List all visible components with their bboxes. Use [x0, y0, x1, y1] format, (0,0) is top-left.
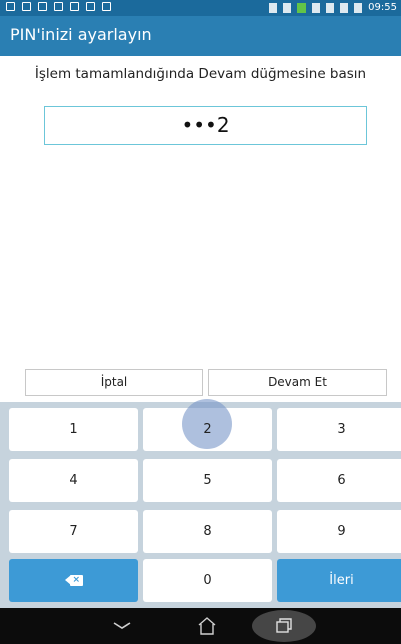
continue-button[interactable]: Devam Et — [208, 369, 387, 396]
cancel-button[interactable]: İptal — [25, 369, 203, 396]
sim-icon — [297, 3, 307, 13]
vibrate-icon — [269, 3, 278, 13]
key-1[interactable]: 1 — [9, 408, 138, 451]
mail-notification-icon — [22, 2, 31, 11]
message-notification-icon — [70, 2, 79, 11]
wifi-notification-icon — [38, 2, 47, 11]
recent-apps-button[interactable] — [252, 608, 316, 644]
navigation-bar — [0, 608, 401, 644]
record-notification-icon — [102, 2, 111, 11]
status-time: 09:55 — [368, 2, 397, 13]
key-7[interactable]: 7 — [9, 510, 138, 553]
battery-icon — [354, 3, 363, 13]
instruction-text: İşlem tamamlandığında Devam düğmesine ba… — [34, 66, 367, 82]
recent-apps-icon — [276, 618, 292, 633]
key-5[interactable]: 5 — [143, 459, 272, 502]
link-notification-icon — [86, 2, 95, 11]
back-button[interactable] — [110, 608, 134, 644]
backspace-key[interactable]: × — [9, 559, 138, 602]
back-icon — [113, 622, 131, 629]
key-9[interactable]: 9 — [277, 510, 401, 553]
key-0[interactable]: 0 — [143, 559, 272, 602]
home-icon — [198, 617, 216, 635]
signal-icon — [312, 3, 321, 13]
system-icons: 09:55 — [269, 1, 397, 15]
key-8[interactable]: 8 — [143, 510, 272, 553]
file-notification-icon — [54, 2, 63, 11]
signal2-icon — [340, 3, 349, 13]
key-3[interactable]: 3 — [277, 408, 401, 451]
key-4[interactable]: 4 — [9, 459, 138, 502]
sim2-icon — [326, 3, 335, 13]
gallery-notification-icon — [6, 2, 15, 11]
home-button[interactable] — [195, 608, 219, 644]
pin-input[interactable]: •••2 — [44, 106, 367, 145]
numeric-keyboard: 1 2 3 4 5 6 7 8 9 × 0 İleri — [0, 399, 401, 608]
no-sound-icon — [283, 3, 292, 13]
key-2[interactable]: 2 — [143, 399, 272, 451]
title-bar: PIN'inizi ayarlayın — [0, 16, 401, 56]
page-title: PIN'inizi ayarlayın — [10, 25, 152, 44]
status-bar: 09:55 — [0, 0, 401, 16]
notification-icons — [6, 2, 111, 11]
next-key[interactable]: İleri — [277, 559, 401, 602]
key-6[interactable]: 6 — [277, 459, 401, 502]
backspace-icon: × — [64, 575, 83, 586]
